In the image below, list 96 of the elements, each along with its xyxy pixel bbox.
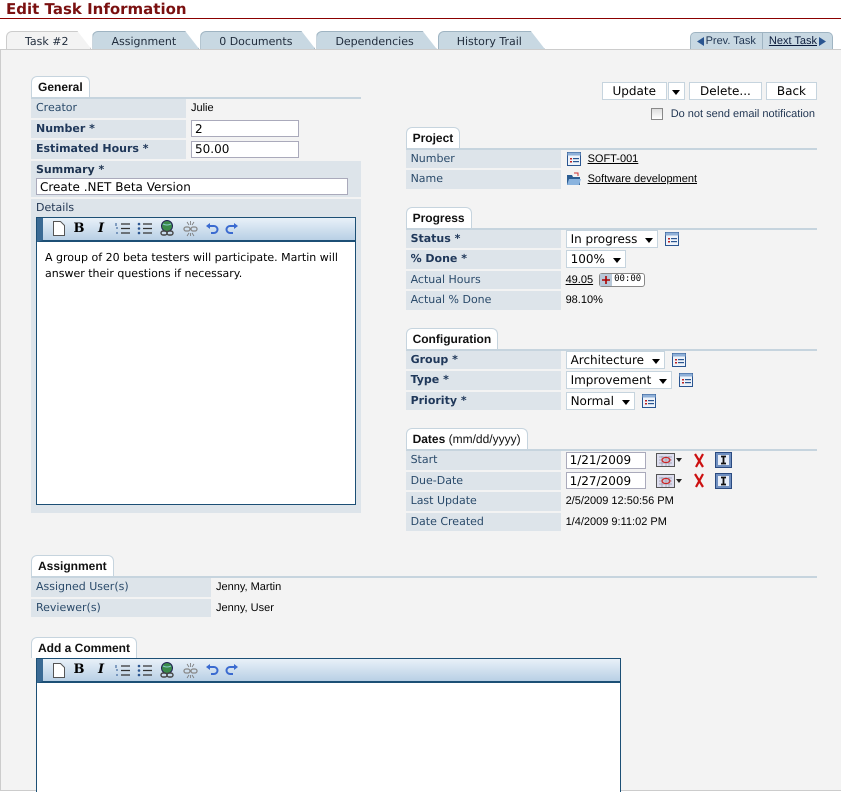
italic-button[interactable]: I <box>93 660 109 680</box>
link[interactable]: Software development <box>588 171 698 188</box>
tab[interactable]: 0 Documents <box>200 31 316 49</box>
dropdown[interactable]: Improvement <box>566 371 672 390</box>
text-editor[interactable]: B I A group of 20 beta testers will participate. Martin will answer their questions if necessary. <box>36 216 356 504</box>
tab[interactable]: History Trail <box>438 31 545 49</box>
field-label: Estimated Hours * <box>31 140 186 158</box>
text-editor[interactable]: B I <box>36 658 621 792</box>
dropdown[interactable]: Architecture <box>566 350 666 369</box>
section-title: Configuration <box>406 328 498 348</box>
field-label: Last Update <box>406 492 561 510</box>
field-label: Status * <box>406 230 561 248</box>
section-title: Add a Comment <box>31 637 138 658</box>
field-label: % Done * <box>406 250 561 268</box>
list-icon[interactable] <box>671 352 688 368</box>
date-field[interactable]: 1/27/2009 <box>566 472 646 490</box>
undo-icon[interactable] <box>205 222 219 236</box>
field-label: Group * <box>406 350 561 369</box>
field-label: Details <box>36 200 76 216</box>
italic-button[interactable]: I <box>93 218 109 238</box>
field-label: Actual Hours <box>406 270 561 289</box>
redo-icon[interactable] <box>225 663 239 677</box>
field-label: Priority * <box>406 392 561 410</box>
field-value: 1/4/2009 9:11:02 PM <box>566 514 667 530</box>
action-button[interactable]: Update <box>602 82 667 100</box>
section-title: Progress <box>406 206 472 228</box>
bold-button[interactable]: B <box>71 660 87 680</box>
list-icon[interactable] <box>664 230 680 247</box>
list-icon[interactable] <box>566 150 582 167</box>
calendar-icon[interactable] <box>656 472 683 489</box>
field-label: Reviewer(s) <box>31 598 211 617</box>
tab[interactable]: Dependencies <box>316 31 437 49</box>
page-icon[interactable] <box>53 662 65 678</box>
field-label: Due-Date <box>406 472 561 490</box>
dropdown[interactable]: Normal <box>566 392 635 410</box>
right-triangle-icon <box>819 36 826 46</box>
field-value: 2/5/2009 12:50:56 PM <box>566 494 674 509</box>
numbered-list-icon[interactable] <box>115 221 131 236</box>
field-label: Name <box>406 170 561 188</box>
action-button[interactable]: Back <box>766 82 817 100</box>
text-cursor-icon[interactable] <box>714 452 732 468</box>
clear-icon[interactable] <box>692 452 705 468</box>
field-label: Number <box>406 150 561 168</box>
field-label: Creator <box>31 99 186 118</box>
timer-button[interactable]: 00:00 <box>599 272 646 287</box>
plus-icon <box>600 274 612 286</box>
field-value: 98.10% <box>566 293 603 308</box>
date-field[interactable]: 1/21/2009 <box>566 452 646 469</box>
calendar-icon[interactable] <box>656 452 683 468</box>
dropdown-button[interactable] <box>668 82 685 100</box>
dropdown[interactable]: In progress <box>566 230 658 248</box>
left-triangle-icon <box>696 36 704 46</box>
tab[interactable]: Task #2 <box>6 31 92 49</box>
field-value: Jenny, User <box>216 600 274 616</box>
undo-icon[interactable] <box>205 663 219 677</box>
field-label: Summary * <box>36 162 106 178</box>
page-title: Edit Task Information <box>0 0 841 19</box>
folder-icon <box>566 172 582 186</box>
list-icon[interactable] <box>678 372 694 388</box>
unlink-icon[interactable] <box>182 662 199 678</box>
globe-link-icon[interactable] <box>159 662 176 678</box>
numbered-list-icon[interactable] <box>115 662 131 678</box>
input-field[interactable]: Create .NET Beta Version <box>36 178 348 195</box>
bullet-list-icon[interactable] <box>137 662 153 678</box>
section-title: Dates (mm/dd/yyyy) <box>406 428 528 449</box>
bullet-list-icon[interactable] <box>137 221 153 236</box>
redo-icon[interactable] <box>225 222 239 236</box>
link[interactable]: 49.05 <box>566 272 594 288</box>
unlink-icon[interactable] <box>182 220 199 237</box>
text-cursor-icon[interactable] <box>714 472 732 489</box>
field-label: Type * <box>406 371 561 390</box>
field-label: Start <box>406 451 561 470</box>
bold-button[interactable]: B <box>71 218 87 238</box>
link[interactable]: SOFT-001 <box>588 150 638 167</box>
field-label: Actual % Done <box>406 291 561 310</box>
input-field[interactable]: 50.00 <box>191 140 299 158</box>
field-value: Jenny, Martin <box>216 580 282 595</box>
list-icon[interactable] <box>640 392 657 409</box>
clear-icon[interactable] <box>692 473 705 488</box>
globe-link-icon[interactable] <box>159 220 176 237</box>
section-title: Project <box>406 126 460 148</box>
dropdown[interactable]: 100% <box>566 250 626 268</box>
checkbox-label: Do not send email notification <box>670 107 815 122</box>
previous-task-link[interactable]: Prev. Task <box>690 33 762 49</box>
field-label: Assigned User(s) <box>31 578 211 596</box>
checkbox[interactable] <box>650 108 663 120</box>
field-label: Number * <box>31 120 186 138</box>
field-label: Date Created <box>406 512 561 531</box>
page-icon[interactable] <box>53 221 65 236</box>
action-button[interactable]: Delete... <box>688 82 762 100</box>
section-title: General <box>31 76 90 97</box>
tab[interactable]: Assignment <box>92 31 200 49</box>
field-value: Julie <box>191 101 214 116</box>
input-field[interactable]: 2 <box>191 120 299 138</box>
editor-text: A group of 20 beta testers will participate. Martin will answer their questions if necessary. <box>44 250 339 282</box>
section-title: Assignment <box>31 555 114 576</box>
